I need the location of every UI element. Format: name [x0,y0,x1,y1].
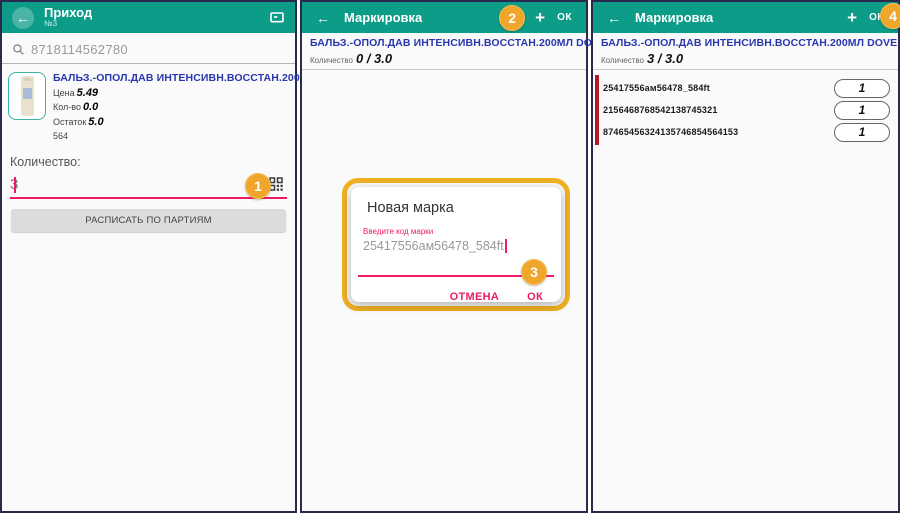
quantity-label: Количество [310,56,353,65]
mark-code-label: Введите код марки [363,227,561,236]
quantity-label: Количество [601,56,644,65]
product-name: БАЛЬЗ.-ОПОЛ.ДАВ ИНТЕНСИВН.ВОССТАН.200МЛ … [310,37,578,49]
tutorial-screenshot-strip: ← Приход №3 8718114562780 [0,0,900,513]
mark-qty-pill[interactable]: 1 [834,101,890,120]
product-strip: БАЛЬЗ.-ОПОЛ.ДАВ ИНТЕНСИВН.ВОССТАН.200МЛ … [302,33,586,70]
marks-list: 25417556ам56478_584ft 1 2156468768542138… [593,73,898,147]
qty-label: Кол-во [53,102,81,112]
annotation-highlight-box: Новая марка Введите код марки 25417556ам… [342,178,570,311]
search-value: 8718114562780 [31,42,128,57]
batch-split-button[interactable]: РАСПИСАТЬ ПО ПАРТИЯМ [11,209,286,232]
mark-code-value: 25417556ам56478_584ft [363,239,504,253]
back-button[interactable]: ← [12,7,34,29]
price-label: Цена [53,88,75,98]
mark-qty-pill[interactable]: 1 [834,123,890,142]
quantity-input-row: 1 [10,173,287,199]
mark-code-input[interactable]: 25417556ам56478_584ft [363,239,561,253]
step-badge-3: 3 [521,259,547,285]
step-badge-1: 1 [245,173,271,199]
step-badge-4: 4 [880,3,900,29]
appbar-markirovka: ← Маркировка 2 + ОК [302,2,586,33]
mark-qty-pill[interactable]: 1 [834,79,890,98]
price-value: 5.49 [77,87,98,99]
mark-row[interactable]: 25417556ам56478_584ft 1 [603,77,890,99]
ok-button[interactable]: ОК [557,12,572,23]
back-arrow-icon: ← [316,10,330,26]
page-title: Маркировка [344,11,422,25]
barcode-search-field[interactable]: 8718114562780 [2,33,295,64]
page-subtitle: №3 [44,20,92,28]
text-caret [14,177,16,193]
add-mark-button[interactable]: + [847,8,857,28]
dialog-cancel-button[interactable]: ОТМЕНА [450,291,499,303]
dialog-ok-button[interactable]: ОК [527,291,543,303]
search-icon [12,43,25,56]
mark-code: 25417556ам56478_584ft [603,83,710,93]
step-badge-2: 2 [499,5,525,31]
text-caret [505,239,507,253]
quantity-progress: 0 / 3.0 [356,51,392,66]
product-name: БАЛЬЗ.-ОПОЛ.ДАВ ИНТЕНСИВН.ВОССТАН.200МЛ … [53,72,287,84]
back-arrow-icon: ← [607,10,621,26]
back-arrow-icon: ← [16,10,30,26]
mark-code: 2156468768542138745321 [603,105,718,115]
quantity-field-label: Количество: [2,141,295,169]
back-button[interactable]: ← [603,7,625,29]
page-title: Приход [44,6,92,20]
back-button[interactable]: ← [312,7,334,29]
mark-code: 87465456324135746854564153 [603,127,738,137]
product-image [8,72,46,120]
chat-icon[interactable] [269,10,285,26]
stock-label: Остаток [53,117,86,127]
mark-row[interactable]: 2156468768542138745321 1 [603,99,890,121]
panel-prihod: ← Приход №3 8718114562780 [0,0,297,513]
dialog-title: Новая марка [367,200,561,216]
product-name: БАЛЬЗ.-ОПОЛ.ДАВ ИНТЕНСИВН.ВОССТАН.200МЛ … [601,37,890,49]
product-strip: БАЛЬЗ.-ОПОЛ.ДАВ ИНТЕНСИВН.ВОССТАН.200МЛ … [593,33,898,70]
product-card[interactable]: БАЛЬЗ.-ОПОЛ.ДАВ ИНТЕНСИВН.ВОССТАН.200МЛ … [2,64,295,141]
stock-value: 5.0 [88,116,103,128]
quantity-progress: 3 / 3.0 [647,51,683,66]
mark-row[interactable]: 87465456324135746854564153 1 [603,121,890,143]
panel-markirovka-list: ← Маркировка + ОК 4 БАЛЬЗ.-ОПОЛ.ДАВ ИНТЕ… [591,0,900,513]
appbar-markirovka: ← Маркировка + ОК 4 [593,2,898,33]
panel-markirovka-dialog: ← Маркировка 2 + ОК БАЛЬЗ.-ОПОЛ.ДАВ ИНТЕ… [300,0,588,513]
qty-value: 0.0 [83,101,98,113]
appbar-prihod: ← Приход №3 [2,2,295,33]
add-mark-button[interactable]: + [535,8,545,28]
page-title: Маркировка [635,11,713,25]
product-code: 564 [53,131,287,141]
new-mark-dialog: Новая марка Введите код марки 25417556ам… [351,187,561,302]
